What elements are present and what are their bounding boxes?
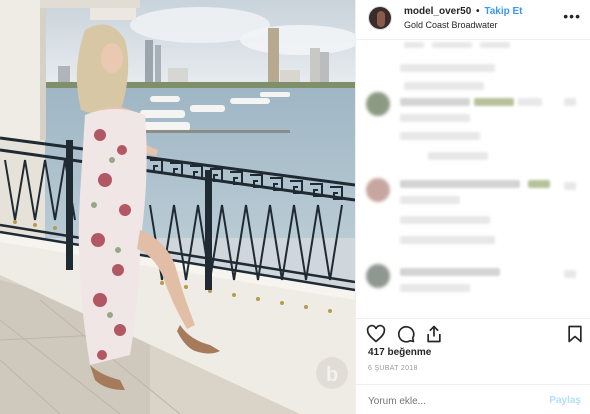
comment-icon[interactable] <box>396 324 416 344</box>
follow-button[interactable]: Takip Et <box>484 6 522 17</box>
comment-avatar[interactable] <box>366 178 390 202</box>
add-comment-bar: Paylaş <box>356 384 590 414</box>
comment-avatar[interactable] <box>366 264 390 288</box>
post-actions <box>356 318 590 346</box>
post-photo[interactable]: b <box>0 0 355 414</box>
post-sidebar: model_over50 • Takip Et Gold Coast Broad… <box>355 0 590 414</box>
post-date[interactable]: 6 ŞUBAT 2018 <box>368 365 418 372</box>
avatar[interactable] <box>368 6 392 30</box>
comment-avatar[interactable] <box>366 92 390 116</box>
bookmark-icon[interactable] <box>565 324 585 344</box>
photo-scene: b <box>0 0 355 414</box>
separator-dot: • <box>476 6 480 17</box>
likes-count[interactable]: 417 beğenme <box>368 347 431 358</box>
instagram-post-view: b model_over50 • Takip Et Gold Coast Bro… <box>0 0 590 414</box>
post-author: model_over50 • Takip Et <box>404 6 523 17</box>
username-link[interactable]: model_over50 <box>404 6 471 17</box>
svg-text:b: b <box>326 364 338 386</box>
post-header: model_over50 • Takip Et Gold Coast Broad… <box>356 0 590 40</box>
share-icon[interactable] <box>424 324 444 344</box>
comment-input[interactable] <box>368 394 518 408</box>
more-dots-icon[interactable]: ••• <box>563 9 581 23</box>
post-comment-button[interactable]: Paylaş <box>549 395 581 406</box>
location-link[interactable]: Gold Coast Broadwater <box>404 20 498 30</box>
comments-list <box>356 40 590 318</box>
heart-icon[interactable] <box>366 324 386 344</box>
